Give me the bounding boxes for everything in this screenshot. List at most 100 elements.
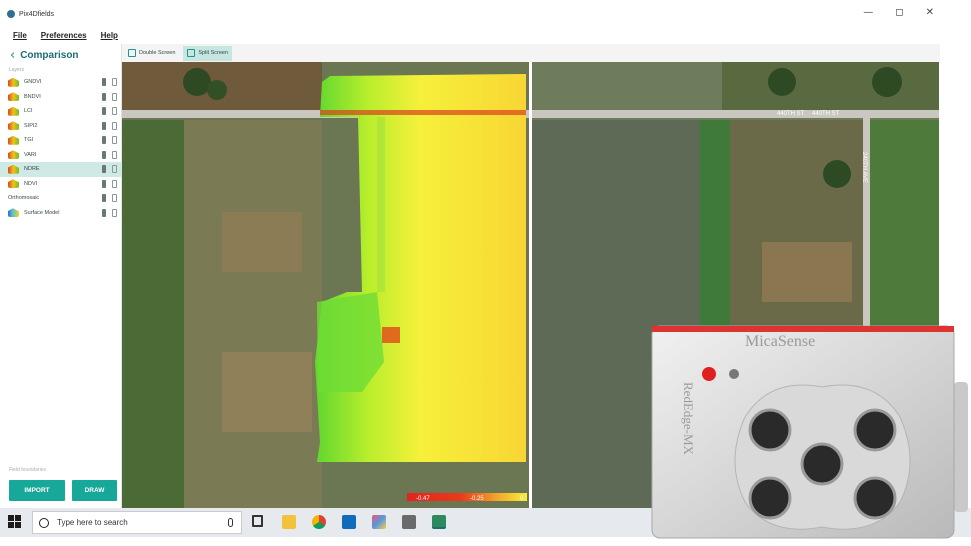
title-bar: Pix4Dfields — ◻ ✕ — [0, 0, 940, 28]
file-explorer-icon[interactable] — [282, 515, 296, 529]
legend-min: -0.47 — [416, 496, 430, 502]
compare-icon[interactable] — [112, 92, 117, 101]
tree-cluster — [768, 68, 796, 96]
export-icon[interactable] — [102, 179, 106, 188]
calculator-icon[interactable] — [402, 515, 416, 529]
index-layer-icon — [8, 164, 19, 174]
lens-icon — [748, 476, 792, 520]
microphone-icon[interactable] — [228, 518, 233, 527]
tree-cluster — [823, 160, 851, 188]
export-icon[interactable] — [102, 136, 106, 144]
compare-icon[interactable] — [112, 78, 117, 86]
import-button[interactable]: IMPORT — [9, 480, 65, 501]
export-icon[interactable] — [102, 107, 106, 115]
cortana-icon — [39, 517, 49, 528]
close-button[interactable]: ✕ — [926, 7, 934, 18]
menu-preferences[interactable]: Preferences — [41, 31, 87, 40]
compare-icon[interactable] — [112, 136, 117, 144]
road-label-vertical: 240TH AVE — [861, 152, 867, 183]
layer-ndre[interactable]: NDRE — [0, 162, 121, 177]
maximize-button[interactable]: ◻ — [895, 7, 903, 18]
status-led-grey — [729, 369, 739, 379]
index-layer-icon — [8, 92, 19, 102]
layer-gndvi[interactable]: GNDVI — [0, 75, 121, 90]
layer-ndvi[interactable]: NDVI — [0, 177, 121, 192]
compare-icon[interactable] — [112, 208, 117, 217]
export-icon[interactable] — [102, 165, 106, 173]
layer-name: VARI — [24, 151, 37, 158]
chrome-icon[interactable] — [312, 515, 326, 529]
camera-side — [954, 382, 968, 512]
split-screen-label: Split Screen — [198, 50, 229, 56]
layer-name: Surface Model — [24, 209, 60, 216]
layer-bndvi[interactable]: BNDVI — [0, 90, 121, 105]
layer-lci[interactable]: LCI — [0, 104, 121, 119]
app-logo-icon — [7, 10, 15, 18]
stress-hotspot — [382, 327, 400, 343]
menu-help[interactable]: Help — [101, 31, 118, 40]
sidebar-title: Comparison — [20, 49, 79, 61]
layer-vari[interactable]: VARI — [0, 148, 121, 163]
index-layer-icon — [8, 121, 19, 131]
compare-icon[interactable] — [112, 179, 117, 188]
menu-file[interactable]: File — [13, 31, 27, 40]
split-screen-icon — [187, 49, 196, 57]
layer-name: NDRE — [24, 166, 40, 173]
lens-icon — [800, 442, 844, 486]
camera-brand-text: MicaSense — [745, 333, 815, 350]
index-layer-icon — [8, 106, 19, 116]
paint-icon[interactable] — [372, 515, 386, 529]
outlook-icon[interactable] — [342, 515, 356, 529]
layer-surface-model[interactable]: Surface Model — [0, 206, 121, 221]
export-icon[interactable] — [102, 194, 106, 202]
double-screen-icon — [128, 49, 136, 57]
pix4d-icon[interactable] — [432, 515, 446, 529]
export-icon[interactable] — [102, 150, 106, 159]
layers-section-label: Layers — [9, 67, 25, 73]
compare-icon[interactable] — [112, 107, 117, 115]
window-controls: — ◻ ✕ — [863, 7, 934, 18]
layer-sipi2[interactable]: SIPI2 — [0, 119, 121, 134]
task-view-icon[interactable] — [252, 515, 263, 527]
legend-mid: -0.25 — [470, 496, 484, 502]
export-icon[interactable] — [102, 208, 106, 217]
taskbar-search-box[interactable]: Type here to search — [32, 511, 242, 534]
status-led-red — [702, 367, 716, 381]
layer-orthomosaic[interactable]: Orthomosaic — [0, 191, 121, 206]
minimize-button[interactable]: — — [863, 7, 873, 18]
tree-cluster — [872, 67, 902, 97]
layer-tgi[interactable]: TGI — [0, 133, 121, 148]
field-edge — [320, 110, 526, 115]
export-icon[interactable] — [102, 92, 106, 101]
field-parcel — [222, 352, 312, 432]
export-icon[interactable] — [102, 121, 106, 130]
road-label: 440TH ST — [812, 111, 840, 117]
field-parcel — [122, 120, 184, 508]
camera-top-edge — [652, 326, 954, 332]
export-icon[interactable] — [102, 78, 106, 86]
compare-icon[interactable] — [112, 150, 117, 159]
field-parcel — [762, 242, 852, 302]
compare-icon[interactable] — [112, 121, 117, 130]
micasense-camera-image: MicaSense RedEdge-MX — [650, 322, 968, 540]
search-placeholder: Type here to search — [57, 518, 128, 527]
tree-cluster — [207, 80, 227, 100]
layer-name: LCI — [24, 108, 33, 115]
lens-icon — [853, 408, 897, 452]
draw-button[interactable]: DRAW — [72, 480, 117, 501]
windows-start-icon[interactable] — [8, 515, 22, 529]
layer-name: BNDVI — [24, 93, 41, 100]
compare-icon[interactable] — [112, 165, 117, 173]
tree-cluster — [183, 68, 211, 96]
road-label: 440TH ST — [777, 111, 805, 117]
layer-name: TGI — [24, 137, 34, 144]
compare-icon[interactable] — [112, 194, 117, 202]
layer-name: GNDVI — [24, 79, 42, 86]
back-to-comparison[interactable]: ‹ Comparison — [0, 44, 121, 66]
index-layer-icon — [8, 150, 19, 160]
sidebar: ‹ Comparison Layers GNDVI BNDVI LCI SIPI… — [0, 44, 122, 508]
window-title: Pix4Dfields — [19, 10, 55, 18]
double-screen-button[interactable]: Double Screen — [124, 46, 179, 61]
split-divider[interactable] — [529, 62, 532, 508]
split-screen-button[interactable]: Split Screen — [183, 45, 233, 61]
